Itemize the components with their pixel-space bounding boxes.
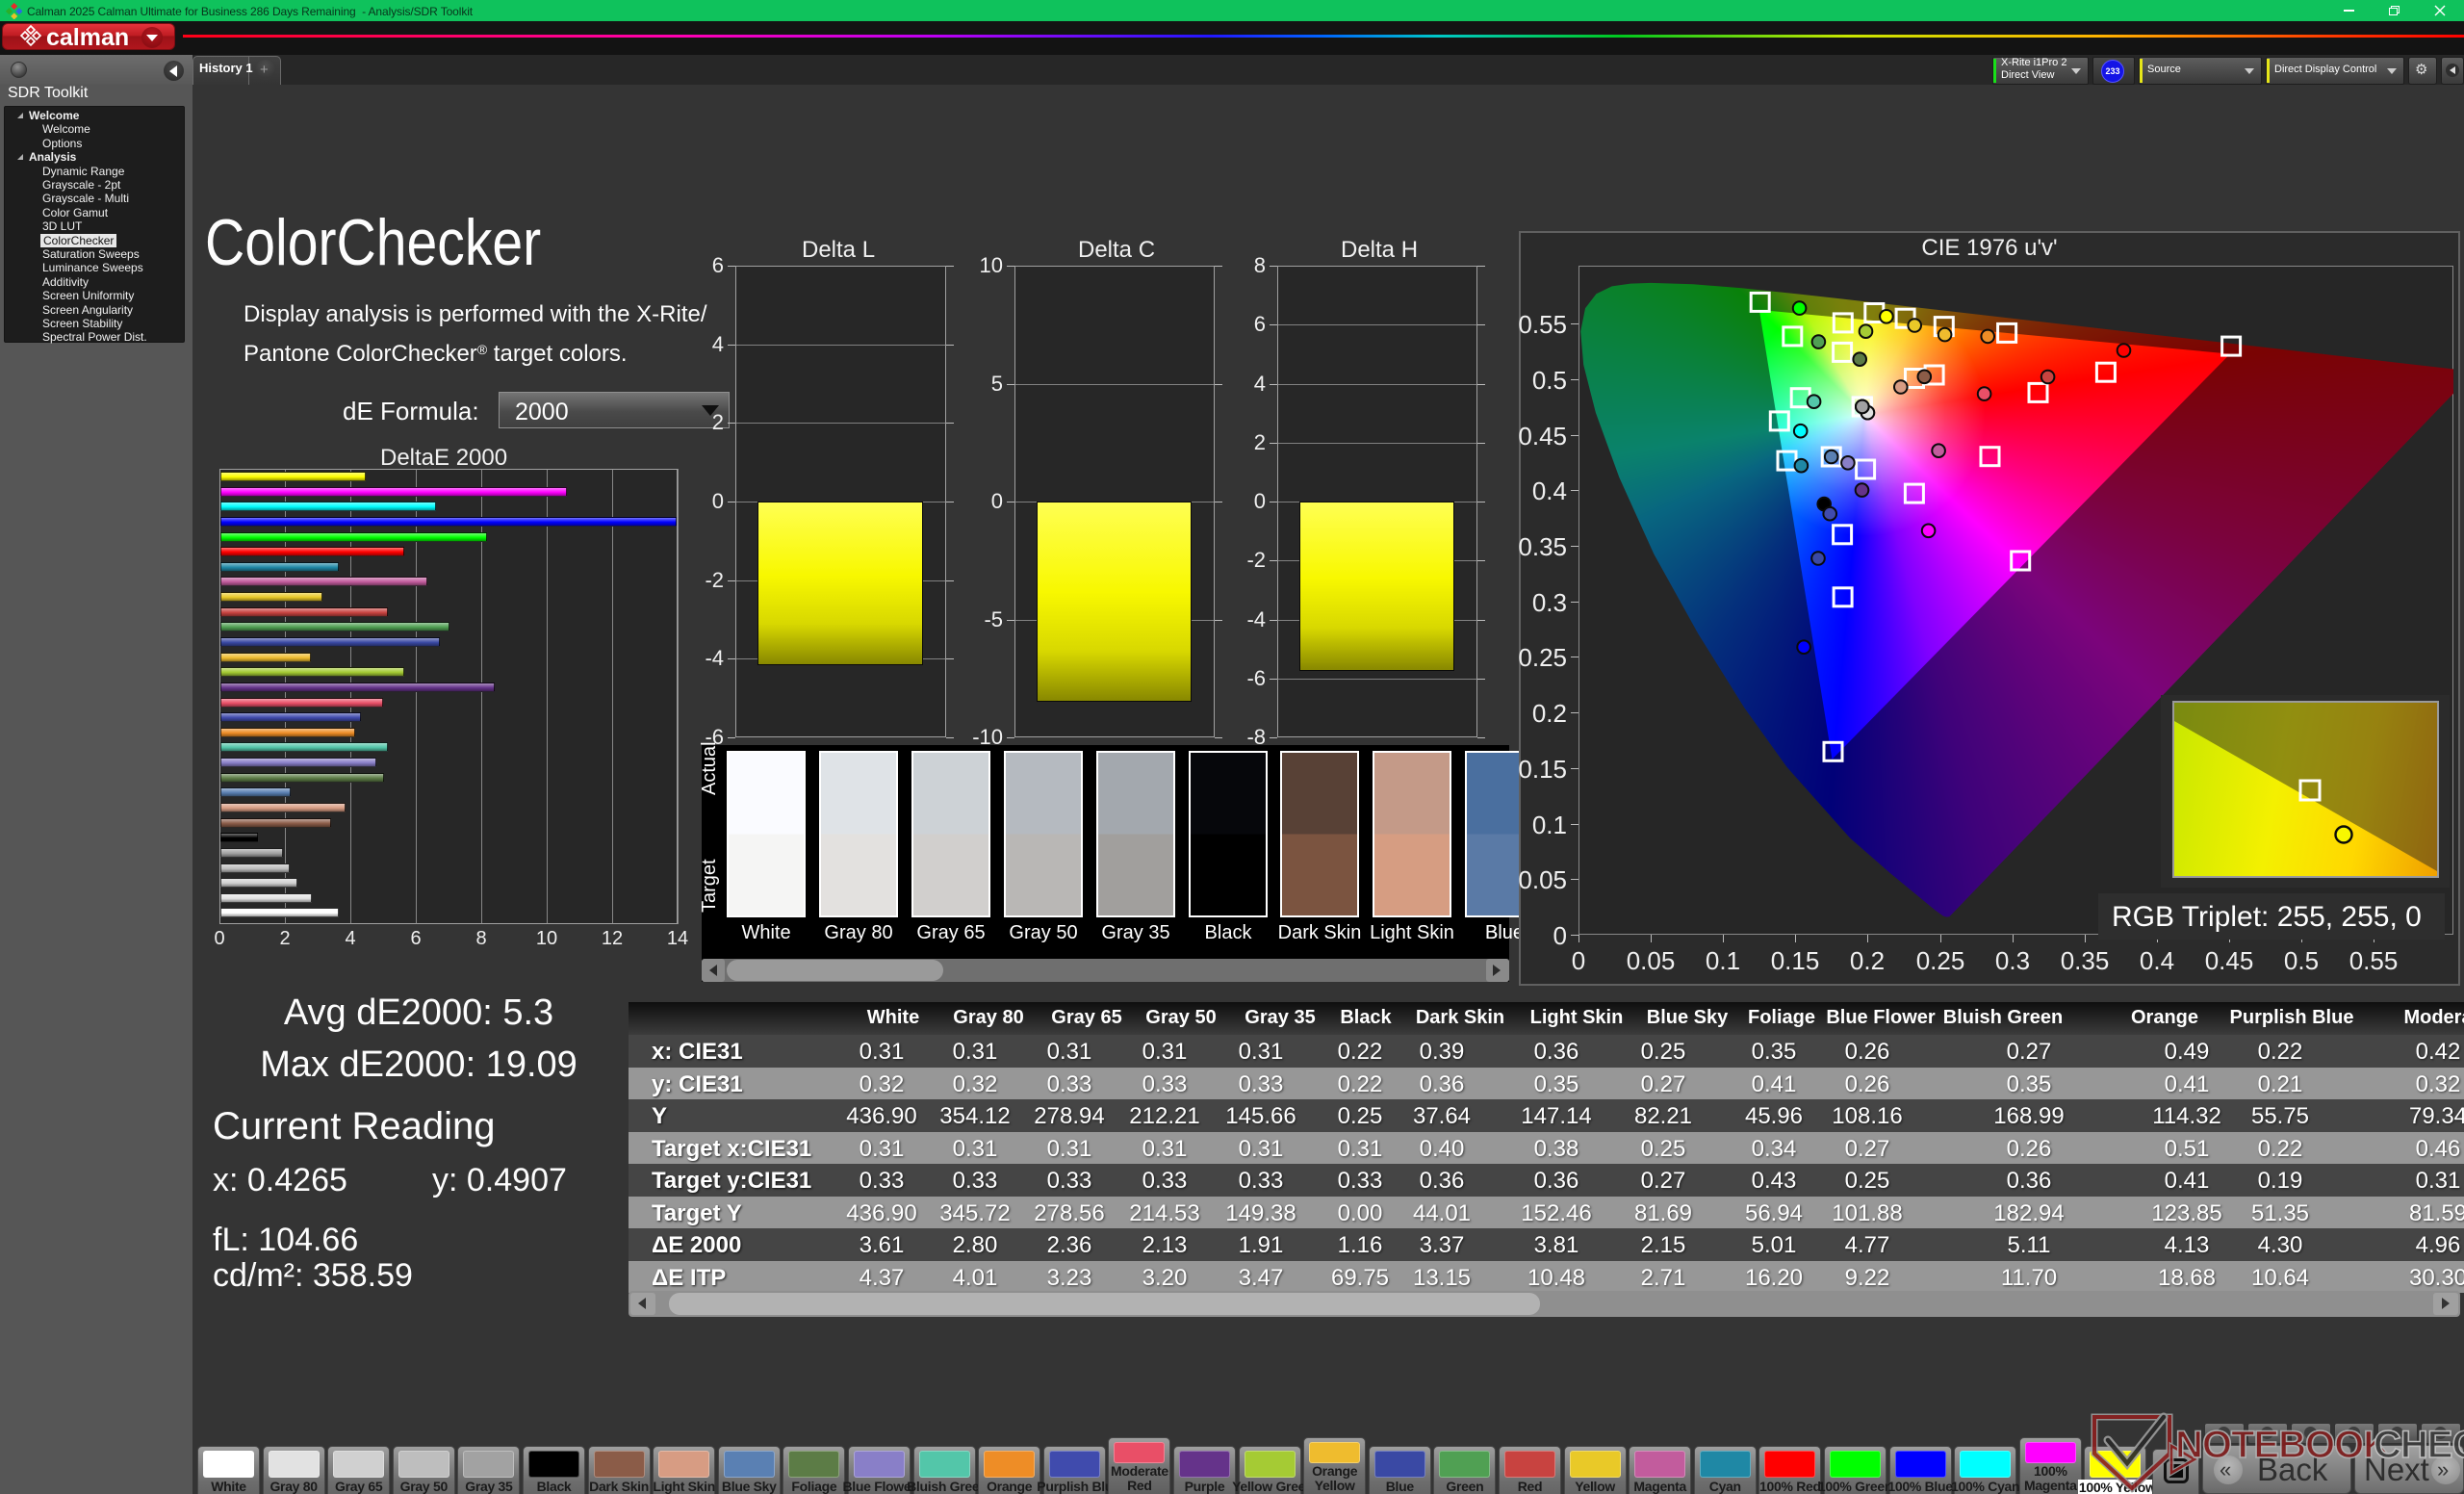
svg-text:CHECK: CHECK: [2374, 1424, 2464, 1466]
svg-text:NOTEBOOK: NOTEBOOK: [2175, 1424, 2391, 1466]
